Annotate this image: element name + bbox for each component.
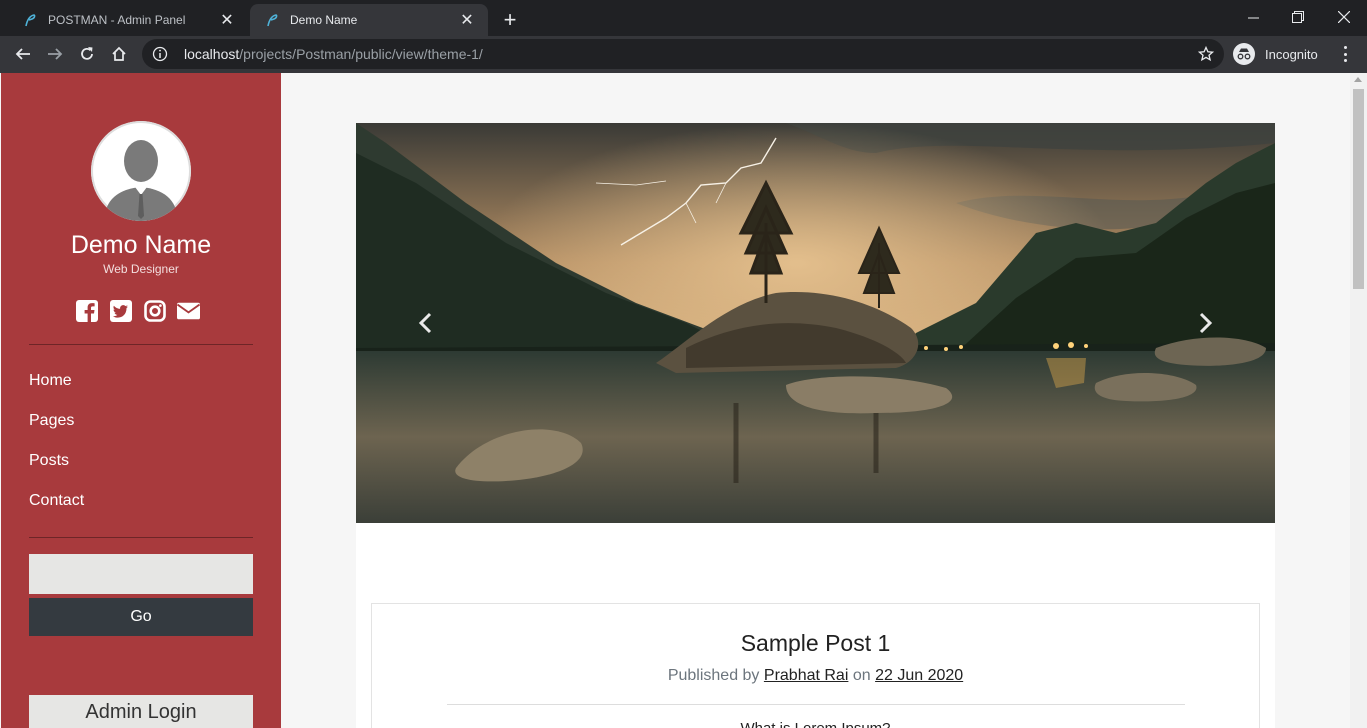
main-content: Sample Post 1 Published by Prabhat Rai o… <box>281 73 1350 728</box>
instagram-icon[interactable] <box>143 299 166 322</box>
postman-favicon-icon <box>264 12 280 28</box>
nav-contact[interactable]: Contact <box>29 481 84 521</box>
browser-toolbar: localhost/projects/Postman/public/view/t… <box>0 36 1367 73</box>
tab-title: Demo Name <box>290 13 358 27</box>
post-author-link[interactable]: Prabhat Rai <box>764 667 849 684</box>
hero-carousel-image <box>356 123 1275 523</box>
post-title[interactable]: Sample Post 1 <box>372 630 1259 657</box>
post-card: Sample Post 1 Published by Prabhat Rai o… <box>371 603 1260 728</box>
sidebar: Demo Name Web Designer Home Pages Posts … <box>1 73 281 728</box>
post-divider <box>447 704 1185 705</box>
post-date-link[interactable]: 22 Jun 2020 <box>875 667 963 684</box>
url-host: localhost <box>184 46 240 62</box>
back-arrow-icon[interactable] <box>9 40 37 68</box>
twitter-icon[interactable] <box>109 299 132 322</box>
sidebar-divider <box>29 537 253 538</box>
profile-role: Web Designer <box>103 262 179 276</box>
postman-favicon-icon <box>22 12 38 28</box>
published-by-label: Published by <box>667 667 760 684</box>
window-close-icon[interactable] <box>1321 0 1367 34</box>
url-text: localhost/projects/Postman/public/view/t… <box>184 46 483 62</box>
envelope-icon[interactable] <box>177 299 200 322</box>
tab-demo-name[interactable]: Demo Name ✕ <box>250 4 488 36</box>
nav-pages[interactable]: Pages <box>29 401 84 441</box>
tab-title: POSTMAN - Admin Panel <box>48 13 186 27</box>
post-excerpt: What is Lorem Ipsum? <box>372 720 1259 728</box>
site-info-icon[interactable] <box>152 46 168 62</box>
incognito-indicator[interactable]: Incognito <box>1233 41 1328 67</box>
forward-arrow-icon[interactable] <box>41 40 69 68</box>
profile-name: Demo Name <box>70 231 212 259</box>
avatar <box>91 121 191 221</box>
on-label: on <box>852 667 871 684</box>
carousel-next-icon[interactable] <box>1194 311 1218 335</box>
url-path: /projects/Postman/public/view/theme-1/ <box>239 46 483 62</box>
incognito-label: Incognito <box>1265 46 1318 62</box>
tab-postman-admin[interactable]: POSTMAN - Admin Panel ✕ <box>8 4 248 36</box>
scroll-up-arrow-icon[interactable] <box>1354 77 1362 82</box>
scrollbar-thumb[interactable] <box>1353 89 1364 289</box>
social-links <box>75 299 200 322</box>
incognito-icon <box>1233 43 1255 65</box>
facebook-icon[interactable] <box>75 299 98 322</box>
page-viewport: Demo Name Web Designer Home Pages Posts … <box>0 73 1367 728</box>
minimize-icon[interactable] <box>1230 0 1276 34</box>
restore-icon[interactable] <box>1275 0 1321 34</box>
sidebar-nav: Home Pages Posts Contact <box>29 361 84 521</box>
sidebar-divider <box>29 344 253 345</box>
nav-home[interactable]: Home <box>29 361 84 401</box>
carousel-prev-icon[interactable] <box>413 311 437 335</box>
go-button[interactable]: Go <box>29 598 253 636</box>
tab-close-icon[interactable]: ✕ <box>218 11 236 29</box>
reload-icon[interactable] <box>73 40 101 68</box>
search-input[interactable] <box>29 554 253 594</box>
tab-close-icon[interactable]: ✕ <box>458 11 476 29</box>
nav-posts[interactable]: Posts <box>29 441 84 481</box>
browser-menu-icon[interactable] <box>1336 44 1354 64</box>
admin-login-button[interactable]: Admin Login <box>29 695 253 728</box>
bookmark-star-icon[interactable] <box>1197 45 1215 62</box>
browser-tab-strip: POSTMAN - Admin Panel ✕ Demo Name ✕ + <box>0 0 1367 36</box>
page-scrollbar[interactable] <box>1350 73 1367 728</box>
home-icon[interactable] <box>105 40 133 68</box>
new-tab-plus-icon[interactable]: + <box>498 7 522 32</box>
post-meta: Published by Prabhat Rai on 22 Jun 2020 <box>372 667 1259 685</box>
address-bar[interactable]: localhost/projects/Postman/public/view/t… <box>142 39 1224 69</box>
